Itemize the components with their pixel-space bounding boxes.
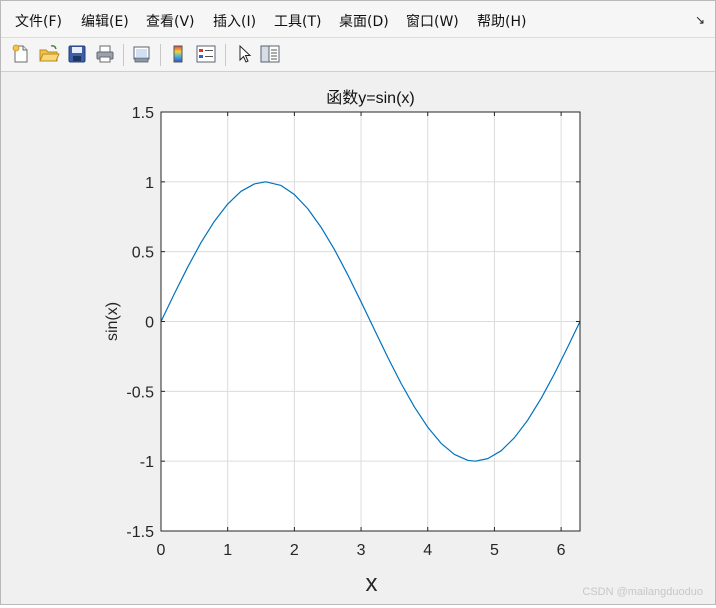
watermark-text: CSDN @mailangduoduo <box>582 586 703 598</box>
x-tick-label: 3 <box>357 542 366 559</box>
toolbar-separator <box>123 44 124 66</box>
menu-help[interactable]: 帮助(H) <box>477 11 526 31</box>
menu-bar: 文件(F) 编辑(E) 查看(V) 插入(I) 工具(T) 桌面(D) 窗口(W… <box>1 1 715 38</box>
new-figure-icon[interactable] <box>10 43 32 65</box>
x-axis-label: x <box>366 570 378 597</box>
y-tick-label: -1.5 <box>126 524 154 541</box>
menu-view[interactable]: 查看(V) <box>146 11 195 31</box>
x-tick-label: 0 <box>157 542 166 559</box>
dock-arrow-icon[interactable]: ↘ <box>695 13 705 27</box>
chart-title: 函数y=sin(x) <box>326 89 414 107</box>
open-file-icon[interactable] <box>38 43 60 65</box>
menu-insert[interactable]: 插入(I) <box>213 11 256 31</box>
y-tick-label: -0.5 <box>126 384 154 401</box>
figure-canvas: 0 1 2 3 4 5 6 1.5 1 0.5 0 -0.5 -1 -1.5 函数y=sin(x) x sin(… <box>1 72 715 604</box>
x-tick-label: 4 <box>423 542 432 559</box>
menu-desktop[interactable]: 桌面(D) <box>339 11 389 31</box>
menu-file[interactable]: 文件(F) <box>15 11 62 31</box>
y-tick-label: 0.5 <box>132 245 154 262</box>
x-tick-label: 6 <box>557 542 566 559</box>
figure-window: 文件(F) 编辑(E) 查看(V) 插入(I) 工具(T) 桌面(D) 窗口(W… <box>0 0 716 605</box>
y-tick-label: 0 <box>145 315 154 332</box>
y-tick-label: -1 <box>140 454 154 471</box>
toolbar-separator <box>160 44 161 66</box>
menu-tools[interactable]: 工具(T) <box>274 11 321 31</box>
figure-toolbar <box>1 38 715 72</box>
property-inspector-icon[interactable] <box>259 43 281 65</box>
legend-icon[interactable] <box>195 43 217 65</box>
link-plot-icon[interactable] <box>131 43 153 65</box>
menu-window[interactable]: 窗口(W) <box>406 11 459 31</box>
x-tick-label: 2 <box>290 542 299 559</box>
toolbar-separator <box>225 44 226 66</box>
pointer-icon[interactable] <box>233 43 255 65</box>
print-icon[interactable] <box>94 43 116 65</box>
menu-edit[interactable]: 编辑(E) <box>81 11 129 31</box>
x-tick-label: 5 <box>490 542 499 559</box>
y-tick-label: 1 <box>145 175 154 192</box>
save-icon[interactable] <box>66 43 88 65</box>
y-axis-label: sin(x) <box>104 302 121 341</box>
colorbar-icon[interactable] <box>167 43 189 65</box>
y-tick-label: 1.5 <box>132 105 154 122</box>
x-tick-label: 1 <box>223 542 232 559</box>
sine-plot[interactable]: 0 1 2 3 4 5 6 1.5 1 0.5 0 -0.5 -1 -1.5 函数y=sin(x) x sin(… <box>1 72 715 604</box>
